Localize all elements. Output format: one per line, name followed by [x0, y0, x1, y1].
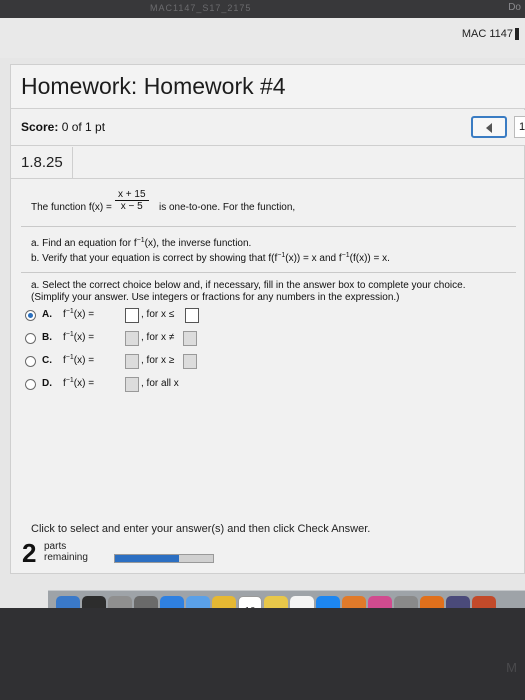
choice-b[interactable]: B. f−1(x) = , for x ≠: [25, 331, 305, 347]
divider: [21, 226, 516, 227]
radio-button[interactable]: [25, 379, 36, 390]
question-number: 1.8.25: [21, 154, 63, 171]
instruction-line-2: (Simplify your answer. Use integers or f…: [31, 292, 400, 303]
part-a-text: a. Find an equation for f−1(x), the inve…: [31, 237, 252, 249]
previous-question-button[interactable]: [471, 116, 507, 138]
instruction-line-1: a. Select the correct choice below and, …: [31, 280, 466, 291]
choice-d[interactable]: D. f−1(x) = , for all x: [25, 377, 305, 393]
homework-panel: Homework: Homework #4 Score: 0 of 1 pt 1…: [10, 64, 525, 574]
choice-a[interactable]: A. f−1(x) = , for x ≤: [25, 308, 305, 324]
choice-letter: B.: [42, 332, 52, 343]
score-text: Score: 0 of 1 pt: [21, 120, 105, 134]
finder-icon[interactable]: [56, 596, 80, 608]
answer-box-expression[interactable]: [125, 308, 139, 323]
inverse-function-label: f−1(x) =: [63, 331, 95, 343]
parts-count: 2: [22, 538, 37, 568]
vlc-icon[interactable]: [420, 596, 444, 608]
notes-icon[interactable]: [264, 596, 288, 608]
question-number-row: 1.8.25: [11, 147, 525, 179]
screen: MAC 1147 Homework: Homework #4 Score: 0 …: [0, 18, 525, 608]
fraction-denominator: x − 5: [120, 201, 143, 212]
reminders-icon[interactable]: [290, 596, 314, 608]
keynote-icon[interactable]: [472, 596, 496, 608]
score-row: Score: 0 of 1 pt 1: [11, 110, 525, 146]
progress-fill: [115, 555, 179, 562]
rocket-icon[interactable]: [134, 596, 158, 608]
monitor-top-bezel: MAC1147_S17_2175 Do: [0, 0, 525, 18]
browser-tab-text: MAC1147_S17_2175: [150, 3, 252, 13]
question-selector[interactable]: 1: [514, 116, 525, 138]
calendar-icon[interactable]: 10: [238, 596, 262, 608]
corner-text: Do: [508, 2, 521, 13]
books-icon[interactable]: [342, 596, 366, 608]
answer-box-bound[interactable]: [183, 354, 197, 369]
question-body: The function f(x) = x + 15 x − 5 is one-…: [11, 180, 525, 575]
answer-box-expression[interactable]: [125, 377, 139, 392]
bezel-mark: M: [506, 660, 517, 675]
page-title: Homework: Homework #4: [21, 73, 286, 99]
question-intro-post: is one-to-one. For the function,: [159, 202, 296, 213]
inverse-function-label: f−1(x) =: [63, 354, 95, 366]
function-fraction: x + 15 x − 5: [115, 189, 149, 212]
mail-icon[interactable]: [186, 596, 210, 608]
score-label: Score:: [21, 120, 59, 134]
answer-box-expression[interactable]: [125, 331, 139, 346]
radio-button-selected[interactable]: [25, 310, 36, 321]
monitor-bottom-bezel: M: [0, 608, 525, 700]
imovie-icon[interactable]: [446, 596, 470, 608]
choice-c[interactable]: C. f−1(x) = , for x ≥: [25, 354, 305, 370]
condition-label: , for all x: [141, 378, 179, 389]
radio-button[interactable]: [25, 333, 36, 344]
question-number-box: 1.8.25: [11, 147, 73, 179]
left-arrow-icon: [486, 123, 492, 133]
instruction-footer: Click to select and enter your answer(s)…: [31, 523, 371, 535]
parts-progress-bar: [114, 554, 214, 563]
choice-letter: D.: [42, 378, 52, 389]
siri-icon[interactable]: [82, 596, 106, 608]
course-label: MAC 1147: [462, 28, 525, 41]
choice-letter: A.: [42, 309, 52, 320]
answer-box-bound[interactable]: [183, 331, 197, 346]
score-value: 0 of 1 pt: [61, 120, 106, 134]
fraction-numerator: x + 15: [115, 189, 149, 201]
condition-label: , for x ≠: [141, 332, 175, 343]
app-store-icon[interactable]: [316, 596, 340, 608]
part-b-text: b. Verify that your equation is correct …: [31, 252, 390, 264]
inverse-function-label: f−1(x) =: [63, 377, 95, 389]
radio-button[interactable]: [25, 356, 36, 367]
safari-icon[interactable]: [160, 596, 184, 608]
answer-box-expression[interactable]: [125, 354, 139, 369]
launchpad-icon[interactable]: [108, 596, 132, 608]
condition-label: , for x ≤: [141, 309, 175, 320]
parts-label: parts remaining: [44, 541, 88, 563]
choice-letter: C.: [42, 355, 52, 366]
course-header-bar: MAC 1147: [0, 18, 525, 58]
inverse-function-label: f−1(x) =: [63, 308, 95, 320]
divider: [21, 272, 516, 273]
itunes-icon[interactable]: [368, 596, 392, 608]
condition-label: , for x ≥: [141, 355, 175, 366]
question-intro-pre: The function f(x) =: [31, 202, 112, 213]
system-preferences-icon[interactable]: [394, 596, 418, 608]
homework-title-row: Homework: Homework #4: [11, 65, 525, 109]
photos-icon[interactable]: [212, 596, 236, 608]
dock: 10: [48, 590, 525, 608]
answer-box-bound[interactable]: [185, 308, 199, 323]
